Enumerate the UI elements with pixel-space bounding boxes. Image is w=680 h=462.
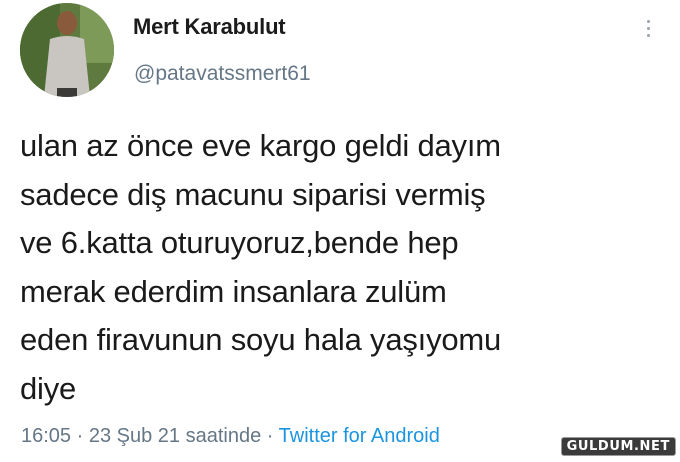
tweet-line: sadece diş macunu siparisi vermiş	[20, 176, 486, 212]
meta-separator: ·	[76, 425, 84, 447]
meta-separator: ·	[266, 425, 274, 447]
tweet-time[interactable]: 16:05	[21, 425, 71, 447]
user-handle[interactable]: @patavatssmert61	[134, 62, 311, 86]
tweet-line: merak ederdim insanlara zulüm	[20, 273, 447, 309]
profile-photo	[20, 3, 114, 97]
tweet-line: eden firavunun soyu hala yaşıyomu	[20, 322, 502, 357]
tweet-meta: 16:05 · 23 Şub 21 saatinde · Twitter for…	[21, 425, 440, 448]
tweet-date[interactable]: 23 Şub 21 saatinde	[89, 425, 261, 447]
display-name[interactable]: Mert Karabulut	[133, 14, 286, 40]
tweet-line: ve 6.katta oturuyoruz,bende hep	[20, 225, 459, 260]
tweet-line: ulan az önce eve kargo geldi dayım	[20, 128, 501, 163]
avatar[interactable]	[20, 3, 114, 97]
tweet-text: ulan az önce eve kargo geldi dayım sadec…	[20, 122, 640, 413]
tweet-source-link[interactable]: Twitter for Android	[279, 425, 440, 447]
site-watermark: GULDUM.NET	[560, 437, 676, 456]
more-vertical-icon[interactable]	[636, 14, 660, 42]
tweet-line: diye	[20, 370, 77, 406]
